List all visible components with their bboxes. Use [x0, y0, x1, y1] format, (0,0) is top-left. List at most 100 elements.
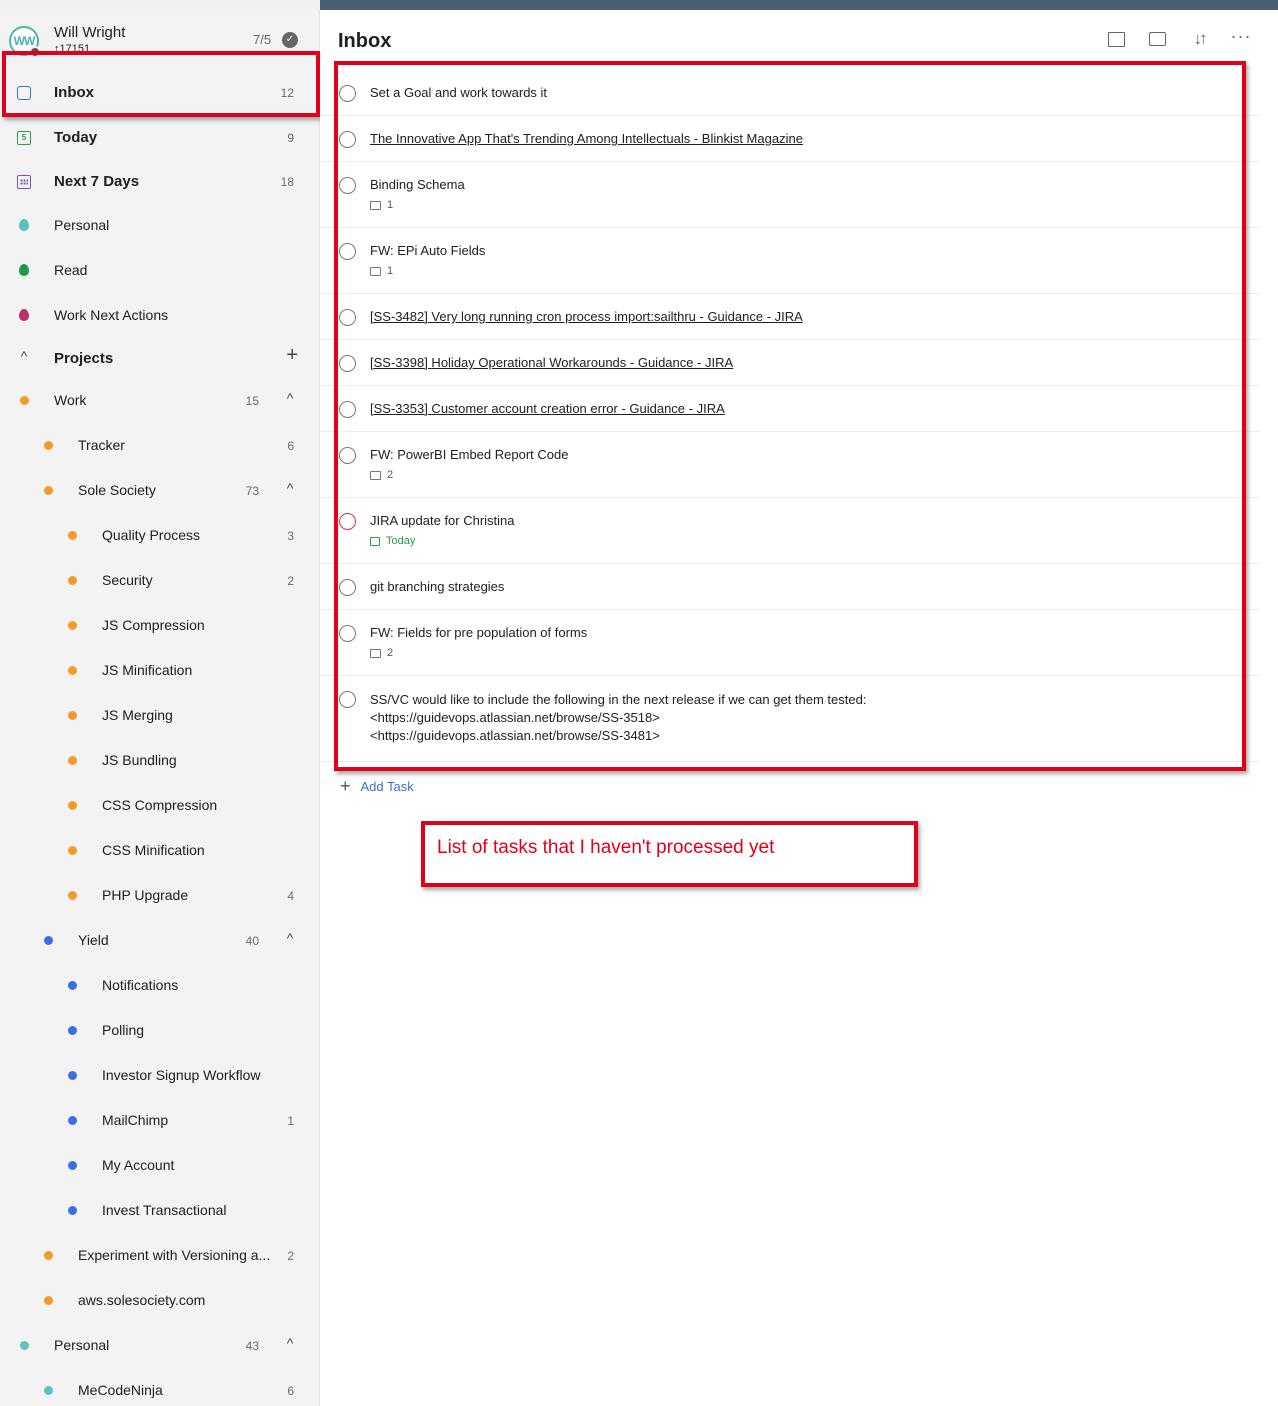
task-comment-count[interactable]: 1	[370, 199, 393, 211]
task-item[interactable]: The Innovative App That's Trending Among…	[320, 116, 1260, 162]
add-task-button[interactable]: + Add Task	[340, 774, 414, 798]
task-item[interactable]: Set a Goal and work towards it	[320, 70, 1260, 116]
project-item[interactable]: My Account	[0, 1143, 319, 1188]
add-section-icon[interactable]	[1105, 28, 1127, 50]
task-title: git branching strategies	[370, 579, 505, 594]
project-item[interactable]: Invest Transactional	[0, 1188, 319, 1233]
user-header[interactable]: WW Will Wright ↑17151 7/5 ✓	[0, 10, 319, 68]
task-complete-checkbox[interactable]	[339, 355, 356, 372]
task-complete-checkbox[interactable]	[339, 309, 356, 326]
task-comment-count[interactable]: 1	[370, 265, 393, 277]
task-complete-checkbox[interactable]	[339, 579, 356, 596]
add-project-button[interactable]: +	[286, 344, 298, 367]
karma-score: ↑17151	[54, 43, 91, 55]
project-item[interactable]: Security 2	[0, 558, 319, 603]
project-item[interactable]: Quality Process 3	[0, 513, 319, 558]
task-complete-checkbox[interactable]	[339, 513, 356, 530]
task-title-link[interactable]: [SS-3482] Very long running cron process…	[370, 309, 803, 324]
project-item[interactable]: Polling	[0, 1008, 319, 1053]
chevron-up-icon[interactable]: ^	[282, 480, 298, 496]
task-complete-checkbox[interactable]	[339, 447, 356, 464]
nav-next-7-days[interactable]: Next 7 Days 18	[0, 159, 319, 204]
project-item[interactable]: JS Compression	[0, 603, 319, 648]
avatar[interactable]: WW	[9, 26, 41, 58]
daily-goal-ratio: 7/5	[253, 32, 272, 47]
filter-read[interactable]: Read	[0, 248, 319, 293]
task-title: FW: EPi Auto Fields	[370, 243, 486, 258]
project-item[interactable]: JS Minification	[0, 648, 319, 693]
main-panel: Inbox ↓↑ ··· Set a Goal and work towards…	[320, 10, 1278, 1406]
project-count: 2	[287, 1249, 294, 1263]
task-item[interactable]: [SS-3482] Very long running cron process…	[320, 294, 1260, 340]
more-options-icon[interactable]: ···	[1230, 27, 1252, 50]
task-complete-checkbox[interactable]	[339, 691, 356, 708]
project-label: JS Merging	[102, 707, 173, 723]
nav-next-7-days-count: 18	[280, 175, 294, 189]
chevron-up-icon[interactable]: ^	[282, 390, 298, 406]
filter-personal[interactable]: Personal	[0, 203, 319, 248]
task-item[interactable]: Binding Schema 1	[320, 162, 1260, 228]
task-complete-checkbox[interactable]	[339, 177, 356, 194]
task-item[interactable]: FW: PowerBI Embed Report Code 2	[320, 432, 1260, 498]
task-title: FW: PowerBI Embed Report Code	[370, 447, 569, 462]
task-item[interactable]: [SS-3353] Customer account creation erro…	[320, 386, 1260, 432]
nav-today[interactable]: 5 Today 9	[0, 115, 319, 160]
project-item[interactable]: Tracker 6	[0, 423, 319, 468]
project-item[interactable]: Notifications	[0, 963, 319, 1008]
task-complete-checkbox[interactable]	[339, 625, 356, 642]
task-item[interactable]: FW: Fields for pre population of forms 2	[320, 610, 1260, 676]
task-title: JIRA update for Christina	[370, 513, 515, 528]
project-item[interactable]: JS Merging	[0, 693, 319, 738]
project-label: Notifications	[102, 977, 179, 993]
sort-icon[interactable]: ↓↑	[1188, 28, 1210, 50]
project-label: Security	[102, 572, 153, 588]
project-item[interactable]: MailChimp 1	[0, 1098, 319, 1143]
nav-inbox[interactable]: Inbox 12	[0, 70, 319, 115]
task-list: Set a Goal and work towards it The Innova…	[320, 70, 1260, 762]
project-item[interactable]: Yield 40 ^	[0, 918, 319, 963]
task-title-link[interactable]: The Innovative App That's Trending Among…	[370, 131, 803, 146]
project-item[interactable]: PHP Upgrade 4	[0, 873, 319, 918]
filter-label: Personal	[54, 217, 110, 233]
task-title: SS/VC would like to include the followin…	[370, 692, 867, 743]
task-complete-checkbox[interactable]	[339, 243, 356, 260]
chevron-up-icon[interactable]: ^	[282, 930, 298, 946]
project-label: CSS Minification	[102, 842, 205, 858]
task-title-link[interactable]: [SS-3398] Holiday Operational Workaround…	[370, 355, 733, 370]
task-complete-checkbox[interactable]	[339, 131, 356, 148]
project-color-dot-icon	[68, 1071, 77, 1080]
project-item[interactable]: MeCodeNinja 6	[0, 1368, 319, 1406]
project-item[interactable]: Experiment with Versioning a... 2	[0, 1233, 319, 1278]
project-item[interactable]: CSS Compression	[0, 783, 319, 828]
task-item[interactable]: JIRA update for Christina Today	[320, 498, 1260, 564]
task-item[interactable]: SS/VC would like to include the followin…	[320, 676, 1260, 762]
comments-icon[interactable]	[1146, 28, 1168, 50]
filter-work-next-actions[interactable]: Work Next Actions	[0, 293, 319, 338]
project-item[interactable]: CSS Minification	[0, 828, 319, 873]
project-item[interactable]: Personal 43 ^	[0, 1323, 319, 1368]
task-comment-count[interactable]: 2	[370, 469, 393, 481]
chevron-up-icon[interactable]: ^	[282, 1335, 298, 1351]
project-label: Polling	[102, 1022, 145, 1038]
project-color-dot-icon	[44, 1251, 53, 1260]
project-item[interactable]: aws.solesociety.com	[0, 1278, 319, 1323]
task-item[interactable]: FW: EPi Auto Fields 1	[320, 228, 1260, 294]
goal-check-icon[interactable]: ✓	[282, 32, 298, 48]
task-complete-checkbox[interactable]	[339, 85, 356, 102]
chevron-up-icon[interactable]: ^	[16, 348, 32, 364]
task-due-date[interactable]: Today	[370, 535, 415, 547]
projects-header[interactable]: ^ Projects +	[0, 336, 319, 381]
project-label: Tracker	[78, 437, 125, 453]
project-item[interactable]: Sole Society 73 ^	[0, 468, 319, 513]
task-item[interactable]: [SS-3398] Holiday Operational Workaround…	[320, 340, 1260, 386]
task-complete-checkbox[interactable]	[339, 401, 356, 418]
task-item[interactable]: git branching strategies	[320, 564, 1260, 610]
nav-inbox-label: Inbox	[54, 84, 94, 101]
droplet-icon	[19, 219, 29, 231]
project-item[interactable]: Investor Signup Workflow	[0, 1053, 319, 1098]
task-title-link[interactable]: [SS-3353] Customer account creation erro…	[370, 401, 725, 416]
project-item[interactable]: Work 15 ^	[0, 378, 319, 423]
droplet-icon	[19, 309, 29, 321]
task-comment-count[interactable]: 2	[370, 647, 393, 659]
project-item[interactable]: JS Bundling	[0, 738, 319, 783]
